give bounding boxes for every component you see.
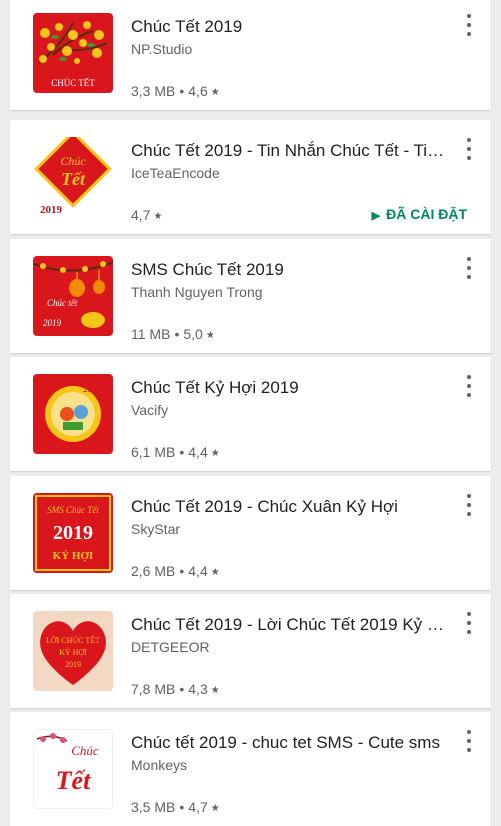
svg-text:KỶ HỢI: KỶ HỢI — [59, 647, 87, 657]
installed-label: ĐÃ CÀI ĐẶT — [386, 206, 467, 222]
svg-text:SMS Chúc Tết: SMS Chúc Tết — [47, 505, 99, 515]
more-options-button[interactable] — [461, 257, 477, 279]
star-icon: ★ — [210, 567, 220, 578]
svg-text:KỶ HỢI: KỶ HỢI — [53, 550, 94, 562]
svg-text:LỜI CHÚC TẾT: LỜI CHÚC TẾT — [46, 635, 100, 645]
app-title[interactable]: Chúc Tết 2019 - Tin Nhắn Chúc Tết - Tin … — [131, 140, 447, 162]
app-developer[interactable]: Vacify — [131, 401, 447, 419]
flag-icon: ▶ — [371, 210, 381, 222]
app-meta: 4,7 ★ — [131, 206, 162, 226]
separator-dot: • — [179, 444, 185, 460]
app-size: 11 MB — [131, 326, 171, 342]
app-meta: 6,1 MB • 4,4 ★ — [131, 443, 220, 463]
app-rating: 4,6 — [188, 83, 208, 99]
app-card-chuc-xuan-ky-hoi[interactable]: SMS Chúc Tết 2019 KỶ HỢI Chúc Tết 2019 -… — [10, 476, 491, 590]
app-developer[interactable]: NP.Studio — [131, 40, 447, 58]
app-developer[interactable]: SkyStar — [131, 520, 447, 538]
more-options-button[interactable] — [461, 730, 477, 752]
star-icon: ★ — [210, 448, 220, 459]
app-size: 2,6 MB — [131, 563, 176, 579]
separator-dot: • — [179, 83, 185, 99]
svg-text:2019: 2019 — [53, 522, 93, 544]
app-rating: 4,7 — [188, 799, 208, 815]
app-size: 3,5 MB — [131, 799, 176, 815]
app-meta: 2,6 MB • 4,4 ★ — [131, 562, 220, 582]
app-size: 7,8 MB — [131, 681, 176, 697]
app-card-loi-chuc-tet-2019[interactable]: LỜI CHÚC TẾT KỶ HỢI 2019 Chúc Tết 2019 -… — [10, 594, 491, 708]
app-rating: 4,4 — [188, 563, 208, 579]
app-meta: 3,3 MB • 4,6 ★ — [131, 82, 220, 102]
app-rating: 4,7 — [131, 207, 151, 223]
svg-text:Tết: Tết — [61, 169, 86, 189]
app-developer[interactable]: DETGEEOR — [131, 638, 447, 656]
svg-text:2019: 2019 — [65, 660, 81, 669]
app-title[interactable]: Chúc Tết Kỷ Hợi 2019 — [131, 377, 447, 399]
app-size: 3,3 MB — [131, 83, 176, 99]
flower-branch-chuc-tet-icon[interactable]: CHÚC TẾT — [33, 13, 113, 93]
star-icon: ★ — [153, 211, 163, 222]
app-developer[interactable]: Monkeys — [131, 756, 447, 774]
app-card-chuc-tet-2019-npstudio[interactable]: CHÚC TẾT Chúc Tết 2019 NP.Studio 3,3 MB •… — [10, 0, 491, 110]
star-icon: ★ — [210, 87, 220, 98]
app-title[interactable]: Chúc tết 2019 - chuc tet SMS - Cute sms — [131, 732, 447, 754]
separator-dot: • — [179, 681, 185, 697]
app-rating: 5,0 — [183, 326, 203, 342]
installed-badge: ▶ ĐÃ CÀI ĐẶT — [372, 205, 467, 225]
svg-text:Chúc: Chúc — [71, 743, 99, 758]
app-developer[interactable]: IceTeaEncode — [131, 164, 447, 182]
app-results-list: CHÚC TẾT Chúc Tết 2019 NP.Studio 3,3 MB •… — [0, 0, 501, 826]
more-options-button[interactable] — [461, 494, 477, 516]
app-card-chuc-tet-2019-iceteaencode[interactable]: Chúc Tết 2019 Chúc Tết 2019 - Tin Nhắn C… — [10, 120, 491, 234]
svg-text:2019: 2019 — [43, 318, 62, 328]
app-card-sms-chuc-tet-2019[interactable]: Chúc tết 2019 SMS Chúc Tết 2019 Thanh Ng… — [10, 239, 491, 353]
star-icon: ★ — [210, 685, 220, 696]
app-meta: 3,5 MB • 4,7 ★ — [131, 798, 220, 818]
app-card-chuc-tet-cute-sms[interactable]: Chúc Tết Chúc tết 2019 - chuc tet SMS - … — [10, 712, 491, 826]
app-rating: 4,4 — [188, 444, 208, 460]
svg-text:2019: 2019 — [40, 204, 63, 216]
svg-text:Chúc tết: Chúc tết — [47, 298, 78, 308]
more-options-button[interactable] — [461, 14, 477, 36]
app-title[interactable]: SMS Chúc Tết 2019 — [131, 259, 447, 281]
star-icon: ★ — [205, 330, 215, 341]
app-card-chuc-tet-ky-hoi-2019[interactable]: 2019 Chúc Tết Kỷ Hợi 2019 Vacify 6,1 MB •… — [10, 357, 491, 471]
more-options-button[interactable] — [461, 612, 477, 634]
app-title[interactable]: Chúc Tết 2019 - Lời Chúc Tết 2019 Kỷ Hợi — [131, 614, 447, 636]
svg-text:Chúc: Chúc — [60, 154, 86, 168]
svg-text:Tết: Tết — [56, 766, 91, 795]
app-meta: 11 MB • 5,0 ★ — [131, 325, 215, 345]
lanterns-chuc-tet-icon[interactable]: Chúc tết 2019 — [33, 256, 113, 336]
calligraphy-tet-icon[interactable]: Chúc Tết 2019 — [33, 137, 113, 217]
kids-circle-icon[interactable]: 2019 — [33, 374, 113, 454]
app-title[interactable]: Chúc Tết 2019 — [131, 16, 447, 38]
app-meta: 7,8 MB • 4,3 ★ — [131, 680, 220, 700]
separator-dot: • — [174, 326, 180, 342]
separator-dot: • — [179, 563, 185, 579]
app-rating: 4,3 — [188, 681, 208, 697]
app-title[interactable]: Chúc Tết 2019 - Chúc Xuân Kỷ Hợi — [131, 496, 447, 518]
chuc-tet-calligraphy-icon[interactable]: Chúc Tết — [33, 729, 113, 809]
more-options-button[interactable] — [461, 375, 477, 397]
separator-dot: • — [179, 799, 185, 815]
heart-loi-chuc-tet-icon[interactable]: LỜI CHÚC TẾT KỶ HỢI 2019 — [33, 611, 113, 691]
more-options-button[interactable] — [461, 138, 477, 160]
app-developer[interactable]: Thanh Nguyen Trong — [131, 283, 447, 301]
sms-2019-ky-hoi-icon[interactable]: SMS Chúc Tết 2019 KỶ HỢI — [33, 493, 113, 573]
svg-text:2019: 2019 — [83, 384, 102, 394]
star-icon: ★ — [210, 803, 220, 814]
svg-text:CHÚC TẾT: CHÚC TẾT — [51, 78, 95, 88]
app-size: 6,1 MB — [131, 444, 176, 460]
